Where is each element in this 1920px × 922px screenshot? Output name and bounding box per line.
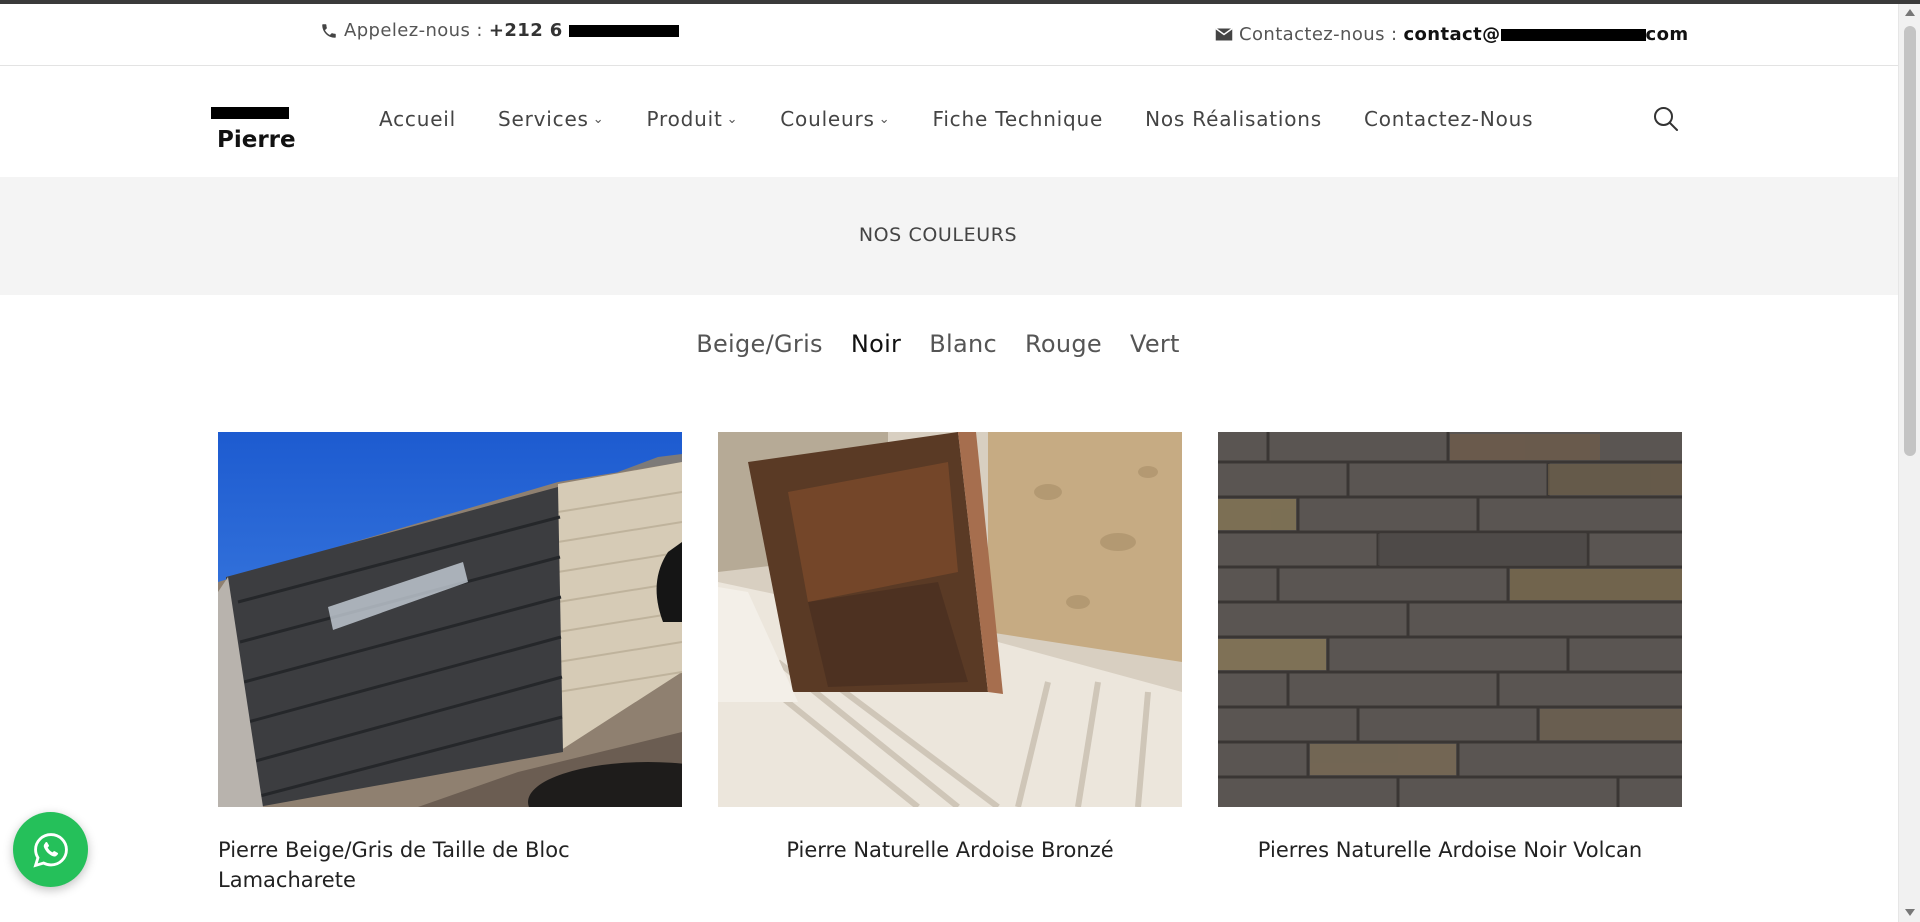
search-icon xyxy=(1654,107,1678,131)
nav-label: Accueil xyxy=(379,107,457,131)
nav-item-services[interactable]: Services ⌄ xyxy=(498,107,604,131)
chevron-down-icon: ⌄ xyxy=(726,111,739,127)
chevron-down-icon: ⌄ xyxy=(592,111,605,127)
product-image[interactable] xyxy=(718,432,1182,807)
scroll-down-arrow-icon[interactable] xyxy=(1905,909,1915,916)
envelope-icon xyxy=(1215,27,1233,41)
chevron-down-icon: ⌄ xyxy=(878,111,891,127)
nav-item-accueil[interactable]: Accueil xyxy=(379,107,456,131)
phone-label: Appelez-nous : xyxy=(344,20,483,41)
whatsapp-icon xyxy=(32,832,68,868)
filter-beige-gris[interactable]: Beige/Gris xyxy=(696,330,823,358)
nav-label: Couleurs xyxy=(780,107,875,131)
phone-number-prefix: +212 6 xyxy=(488,20,563,41)
product-image[interactable] xyxy=(1218,432,1682,807)
nav-item-fiche-technique[interactable]: Fiche Technique xyxy=(932,107,1103,131)
topbar-phone[interactable]: Appelez-nous : +212 6 xyxy=(320,20,680,41)
whatsapp-button[interactable] xyxy=(13,812,88,887)
product-card[interactable]: Pierre Beige/Gris de Taille de Bloc Lama… xyxy=(218,432,682,895)
nav-label: Fiche Technique xyxy=(932,107,1104,131)
redacted-email xyxy=(1500,29,1646,41)
nav-label: Services xyxy=(498,107,589,131)
phone-icon xyxy=(322,23,336,38)
scrollbar-thumb[interactable] xyxy=(1904,26,1916,456)
nav-item-nos-realisations[interactable]: Nos Réalisations xyxy=(1145,107,1322,131)
nav-label: Produit xyxy=(646,107,723,131)
redacted-logo-text xyxy=(211,107,289,119)
filter-vert[interactable]: Vert xyxy=(1130,330,1180,358)
topbar: Appelez-nous : +212 6 Contactez-nous : c… xyxy=(0,4,1898,66)
product-grid: Pierre Beige/Gris de Taille de Bloc Lama… xyxy=(218,432,1682,895)
topbar-email[interactable]: Contactez-nous : contact@ com xyxy=(1215,24,1689,45)
product-title[interactable]: Pierre Naturelle Ardoise Bronzé xyxy=(718,835,1182,865)
brand-name: Pierre xyxy=(217,127,296,153)
site-header: Pierre Accueil Services ⌄ Produit ⌄ Couleu… xyxy=(0,67,1898,177)
email-address[interactable]: contact@ com xyxy=(1403,24,1688,45)
site-logo[interactable]: Pierre xyxy=(210,107,296,153)
phone-number[interactable]: +212 6 xyxy=(489,20,680,41)
nav-label: Contactez-Nous xyxy=(1363,107,1534,131)
search-button[interactable] xyxy=(1652,105,1680,133)
email-suffix: com xyxy=(1645,24,1689,45)
page-banner: NOS COULEURS xyxy=(0,177,1898,295)
product-card[interactable]: Pierres Naturelle Ardoise Noir Volcan xyxy=(1218,432,1682,895)
email-prefix: contact@ xyxy=(1403,24,1501,45)
page-scrollbar[interactable] xyxy=(1898,4,1920,922)
color-filters: Beige/Gris Noir Blanc Rouge Vert xyxy=(0,330,1876,358)
nav-item-produit[interactable]: Produit ⌄ xyxy=(646,107,738,131)
scroll-up-arrow-icon[interactable] xyxy=(1905,9,1915,16)
main-nav: Accueil Services ⌄ Produit ⌄ Couleurs ⌄ Fic… xyxy=(379,107,1575,131)
email-label: Contactez-nous : xyxy=(1239,24,1398,45)
filter-noir[interactable]: Noir xyxy=(851,330,901,358)
filter-blanc[interactable]: Blanc xyxy=(929,330,997,358)
nav-item-couleurs[interactable]: Couleurs ⌄ xyxy=(780,107,890,131)
product-card[interactable]: Pierre Naturelle Ardoise Bronzé xyxy=(718,432,1182,895)
nav-item-contactez-nous[interactable]: Contactez-Nous xyxy=(1364,107,1533,131)
product-image[interactable] xyxy=(218,432,682,807)
page-title: NOS COULEURS xyxy=(858,224,1018,246)
nav-label: Nos Réalisations xyxy=(1145,107,1322,131)
filter-rouge[interactable]: Rouge xyxy=(1025,330,1102,358)
product-title[interactable]: Pierres Naturelle Ardoise Noir Volcan xyxy=(1218,835,1682,865)
redacted-phone xyxy=(569,25,680,37)
product-title[interactable]: Pierre Beige/Gris de Taille de Bloc Lama… xyxy=(218,835,682,895)
